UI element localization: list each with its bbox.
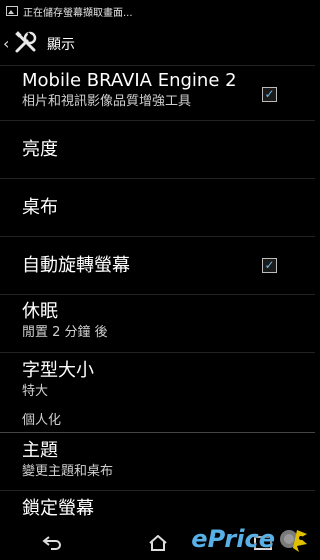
setting-title: 鎖定螢幕 <box>22 498 94 519</box>
setting-subtitle: 變更主題和桌布 <box>22 464 114 479</box>
action-bar: ‹ 顯示 <box>0 22 315 66</box>
page-title: 顯示 <box>47 36 75 53</box>
setting-auto-rotate[interactable]: 自動旋轉螢幕 ✓ <box>0 237 315 295</box>
setting-title: 字型大小 <box>22 360 94 381</box>
setting-title: 主題 <box>22 440 58 461</box>
settings-list: Mobile BRAVIA Engine 2 相片和視訊影像品質增強工具 ✓ 亮… <box>0 65 315 525</box>
back-arrow-icon <box>41 535 61 550</box>
setting-theme[interactable]: 主題 變更主題和桌布 <box>0 433 315 491</box>
setting-font-size[interactable]: 字型大小 特大 <box>0 353 315 405</box>
setting-lock-screen[interactable]: 鎖定螢幕 <box>0 491 315 525</box>
setting-sleep[interactable]: 休眠 閒置 2 分鐘 後 <box>0 295 315 353</box>
setting-title: 休眠 <box>22 301 58 322</box>
setting-title: 自動旋轉螢幕 <box>22 254 130 276</box>
home-icon <box>148 534 167 551</box>
recent-apps-icon <box>253 535 272 550</box>
setting-subtitle: 特大 <box>22 384 49 399</box>
setting-brightness[interactable]: 亮度 <box>0 121 315 179</box>
bravia-checkbox[interactable]: ✓ <box>262 87 277 102</box>
navigation-bar <box>0 525 315 560</box>
setting-title: 亮度 <box>22 138 58 160</box>
auto-rotate-checkbox[interactable]: ✓ <box>262 258 277 273</box>
status-bar: 正在儲存螢幕擷取畫面... <box>0 0 315 22</box>
recent-apps-button[interactable] <box>243 528 283 558</box>
setting-bravia-engine[interactable]: Mobile BRAVIA Engine 2 相片和視訊影像品質增強工具 ✓ <box>0 65 315 121</box>
setting-subtitle: 閒置 2 分鐘 後 <box>22 325 108 340</box>
settings-tools-icon[interactable] <box>11 29 39 59</box>
category-header-personalization: 個人化 <box>0 405 315 433</box>
back-button[interactable] <box>33 528 73 558</box>
home-button[interactable] <box>138 528 178 558</box>
setting-title: 桌布 <box>22 196 58 218</box>
back-caret-icon[interactable]: ‹ <box>3 34 11 53</box>
image-icon <box>6 6 18 16</box>
status-notification-text: 正在儲存螢幕擷取畫面... <box>23 7 133 19</box>
setting-wallpaper[interactable]: 桌布 <box>0 179 315 237</box>
